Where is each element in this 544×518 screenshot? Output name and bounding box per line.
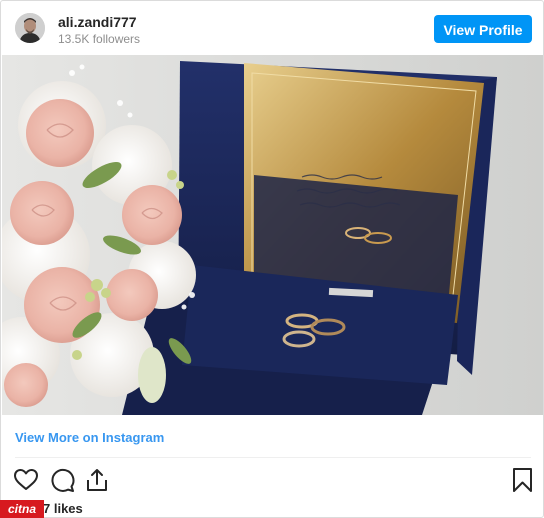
follower-count: 13.5K followers — [58, 32, 141, 46]
divider — [15, 457, 531, 458]
view-profile-button[interactable]: View Profile — [434, 15, 532, 43]
like-count[interactable]: 7 likes — [43, 501, 83, 516]
share-icon[interactable] — [84, 467, 110, 493]
comment-icon[interactable] — [49, 467, 75, 493]
username[interactable]: ali.zandi777 — [58, 14, 137, 30]
instagram-embed-card: ali.zandi777 13.5K followers View Profil… — [0, 0, 544, 518]
post-header: ali.zandi777 13.5K followers View Profil… — [1, 1, 543, 55]
svg-text:citna: citna — [8, 502, 36, 516]
citna-watermark-logo: citna — [0, 500, 44, 518]
wedding-box-photo — [2, 55, 543, 415]
like-icon[interactable] — [13, 467, 39, 493]
avatar-image — [15, 13, 45, 43]
save-icon[interactable] — [510, 467, 536, 493]
view-more-on-instagram-link[interactable]: View More on Instagram — [15, 430, 164, 445]
post-photo[interactable] — [2, 55, 543, 415]
avatar[interactable] — [15, 13, 45, 43]
